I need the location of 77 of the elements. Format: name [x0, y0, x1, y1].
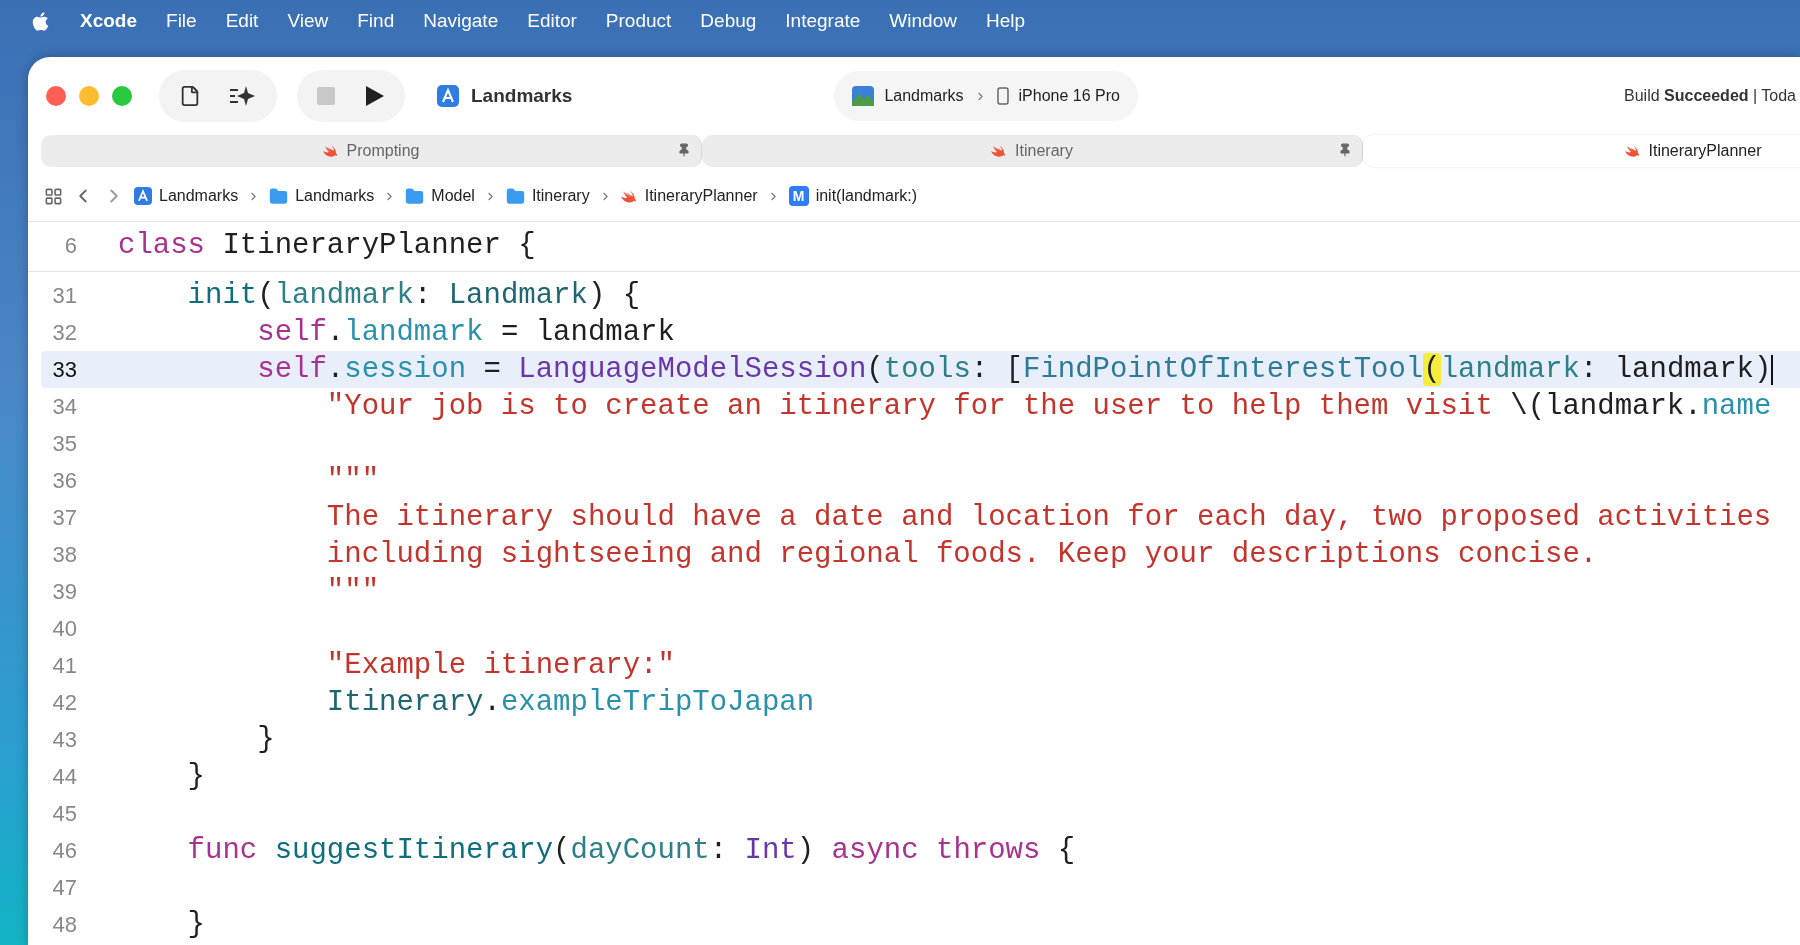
line-number: 48 — [51, 911, 77, 938]
line-number: 44 — [51, 763, 77, 790]
menu-item[interactable]: Navigate — [423, 10, 499, 32]
menu-item[interactable]: Xcode — [80, 10, 138, 32]
folder-icon — [505, 186, 525, 206]
code-line: "Your job is to create an itinerary for the user to help them visit \(landmark.name — [325, 390, 1772, 423]
menu-item[interactable]: Product — [605, 10, 672, 32]
breadcrumb-item[interactable]: ItineraryPlanner — [644, 187, 758, 205]
line-number: 6 — [63, 232, 77, 259]
menu-item[interactable]: Integrate — [785, 10, 861, 32]
line-number: 34 — [51, 393, 77, 420]
editor-tab[interactable]: ItineraryPlanner — [1363, 135, 1800, 167]
breadcrumb-item[interactable]: init(landmark:) — [815, 187, 917, 205]
line-number: 38 — [51, 541, 77, 568]
folder-icon — [405, 186, 425, 206]
code-line: class ItineraryPlanner { — [118, 229, 536, 262]
breadcrumb-item[interactable]: Itinerary — [531, 187, 590, 205]
line-number: 32 — [51, 319, 77, 346]
line-number: 43 — [51, 726, 77, 753]
breadcrumb-item[interactable]: Landmarks — [159, 187, 239, 205]
folder-icon — [269, 186, 289, 206]
code-line: including sightseeing and regional foods. Keep your descriptions concise. — [325, 538, 1598, 571]
code-line: "Example itinerary:" — [325, 649, 675, 682]
code-line: self.session = LanguageModelSession(tools: [FindPointOfInterestTool(landmark: landmark) — [256, 353, 1772, 386]
line-number: 33 — [51, 356, 77, 383]
editor-tab[interactable]: Itinerary — [702, 135, 1363, 167]
phone-icon — [996, 87, 1009, 105]
line-number: 46 — [51, 837, 77, 864]
menu-item[interactable]: Editor — [527, 10, 577, 32]
code-line: Itinerary.exampleTripToJapan — [325, 686, 815, 719]
code-line: """ — [325, 575, 380, 608]
line-number: 40 — [51, 615, 77, 642]
menu-item[interactable]: View — [287, 10, 329, 32]
play-icon[interactable] — [363, 85, 385, 107]
code-line: } — [256, 723, 275, 756]
line-number: 37 — [51, 504, 77, 531]
app-icon — [134, 187, 152, 205]
menu-item[interactable]: Help — [985, 10, 1025, 32]
line-number: 39 — [51, 578, 77, 605]
line-number: 47 — [51, 874, 77, 901]
menu-item[interactable]: Debug — [700, 10, 757, 32]
code-line: } — [186, 908, 205, 941]
swift-icon — [991, 143, 1008, 159]
method-badge: M — [788, 186, 809, 206]
scheme-selector[interactable]: Landmarks iPhone 16 Pro — [834, 71, 1139, 121]
pin-icon[interactable] — [1338, 143, 1352, 157]
code-line: func suggestItinerary(dayCount: Int) async throws { — [186, 834, 1076, 867]
line-number: 42 — [51, 689, 77, 716]
code-line: self.landmark = landmark — [256, 316, 675, 349]
menu-item[interactable]: Find — [357, 10, 395, 32]
menu-item[interactable]: File — [166, 10, 197, 32]
swift-icon — [1624, 143, 1641, 159]
text-cursor — [1771, 354, 1774, 385]
swift-icon — [322, 143, 339, 159]
breadcrumb-item[interactable]: Model — [431, 187, 475, 205]
code-line: } — [186, 760, 205, 793]
line-number: 36 — [51, 467, 77, 494]
build-status: Build Succeeded | Toda — [1624, 87, 1796, 105]
app-icon — [437, 85, 459, 107]
landscape-icon — [852, 86, 875, 106]
menu-item[interactable]: Window — [889, 10, 957, 32]
breadcrumb-item[interactable]: Landmarks — [295, 187, 375, 205]
grid-icon[interactable] — [44, 186, 63, 206]
menu-item[interactable]: Edit — [225, 10, 259, 32]
code-line: The itinerary should have a date and location for each day, two proposed activities — [325, 501, 1772, 534]
apple-icon[interactable] — [30, 10, 51, 32]
file-icon[interactable] — [179, 85, 201, 107]
code-line: """ — [325, 464, 380, 497]
line-number: 35 — [51, 430, 77, 457]
code-line: init(landmark: Landmark) { — [186, 279, 641, 312]
project-title: Landmarks — [471, 85, 573, 107]
line-number: 41 — [51, 652, 77, 679]
pin-icon[interactable] — [677, 143, 691, 157]
close-button[interactable] — [46, 86, 66, 106]
line-number: 45 — [51, 800, 77, 827]
editor-tab[interactable]: Prompting — [41, 135, 702, 167]
line-number: 31 — [51, 282, 77, 309]
